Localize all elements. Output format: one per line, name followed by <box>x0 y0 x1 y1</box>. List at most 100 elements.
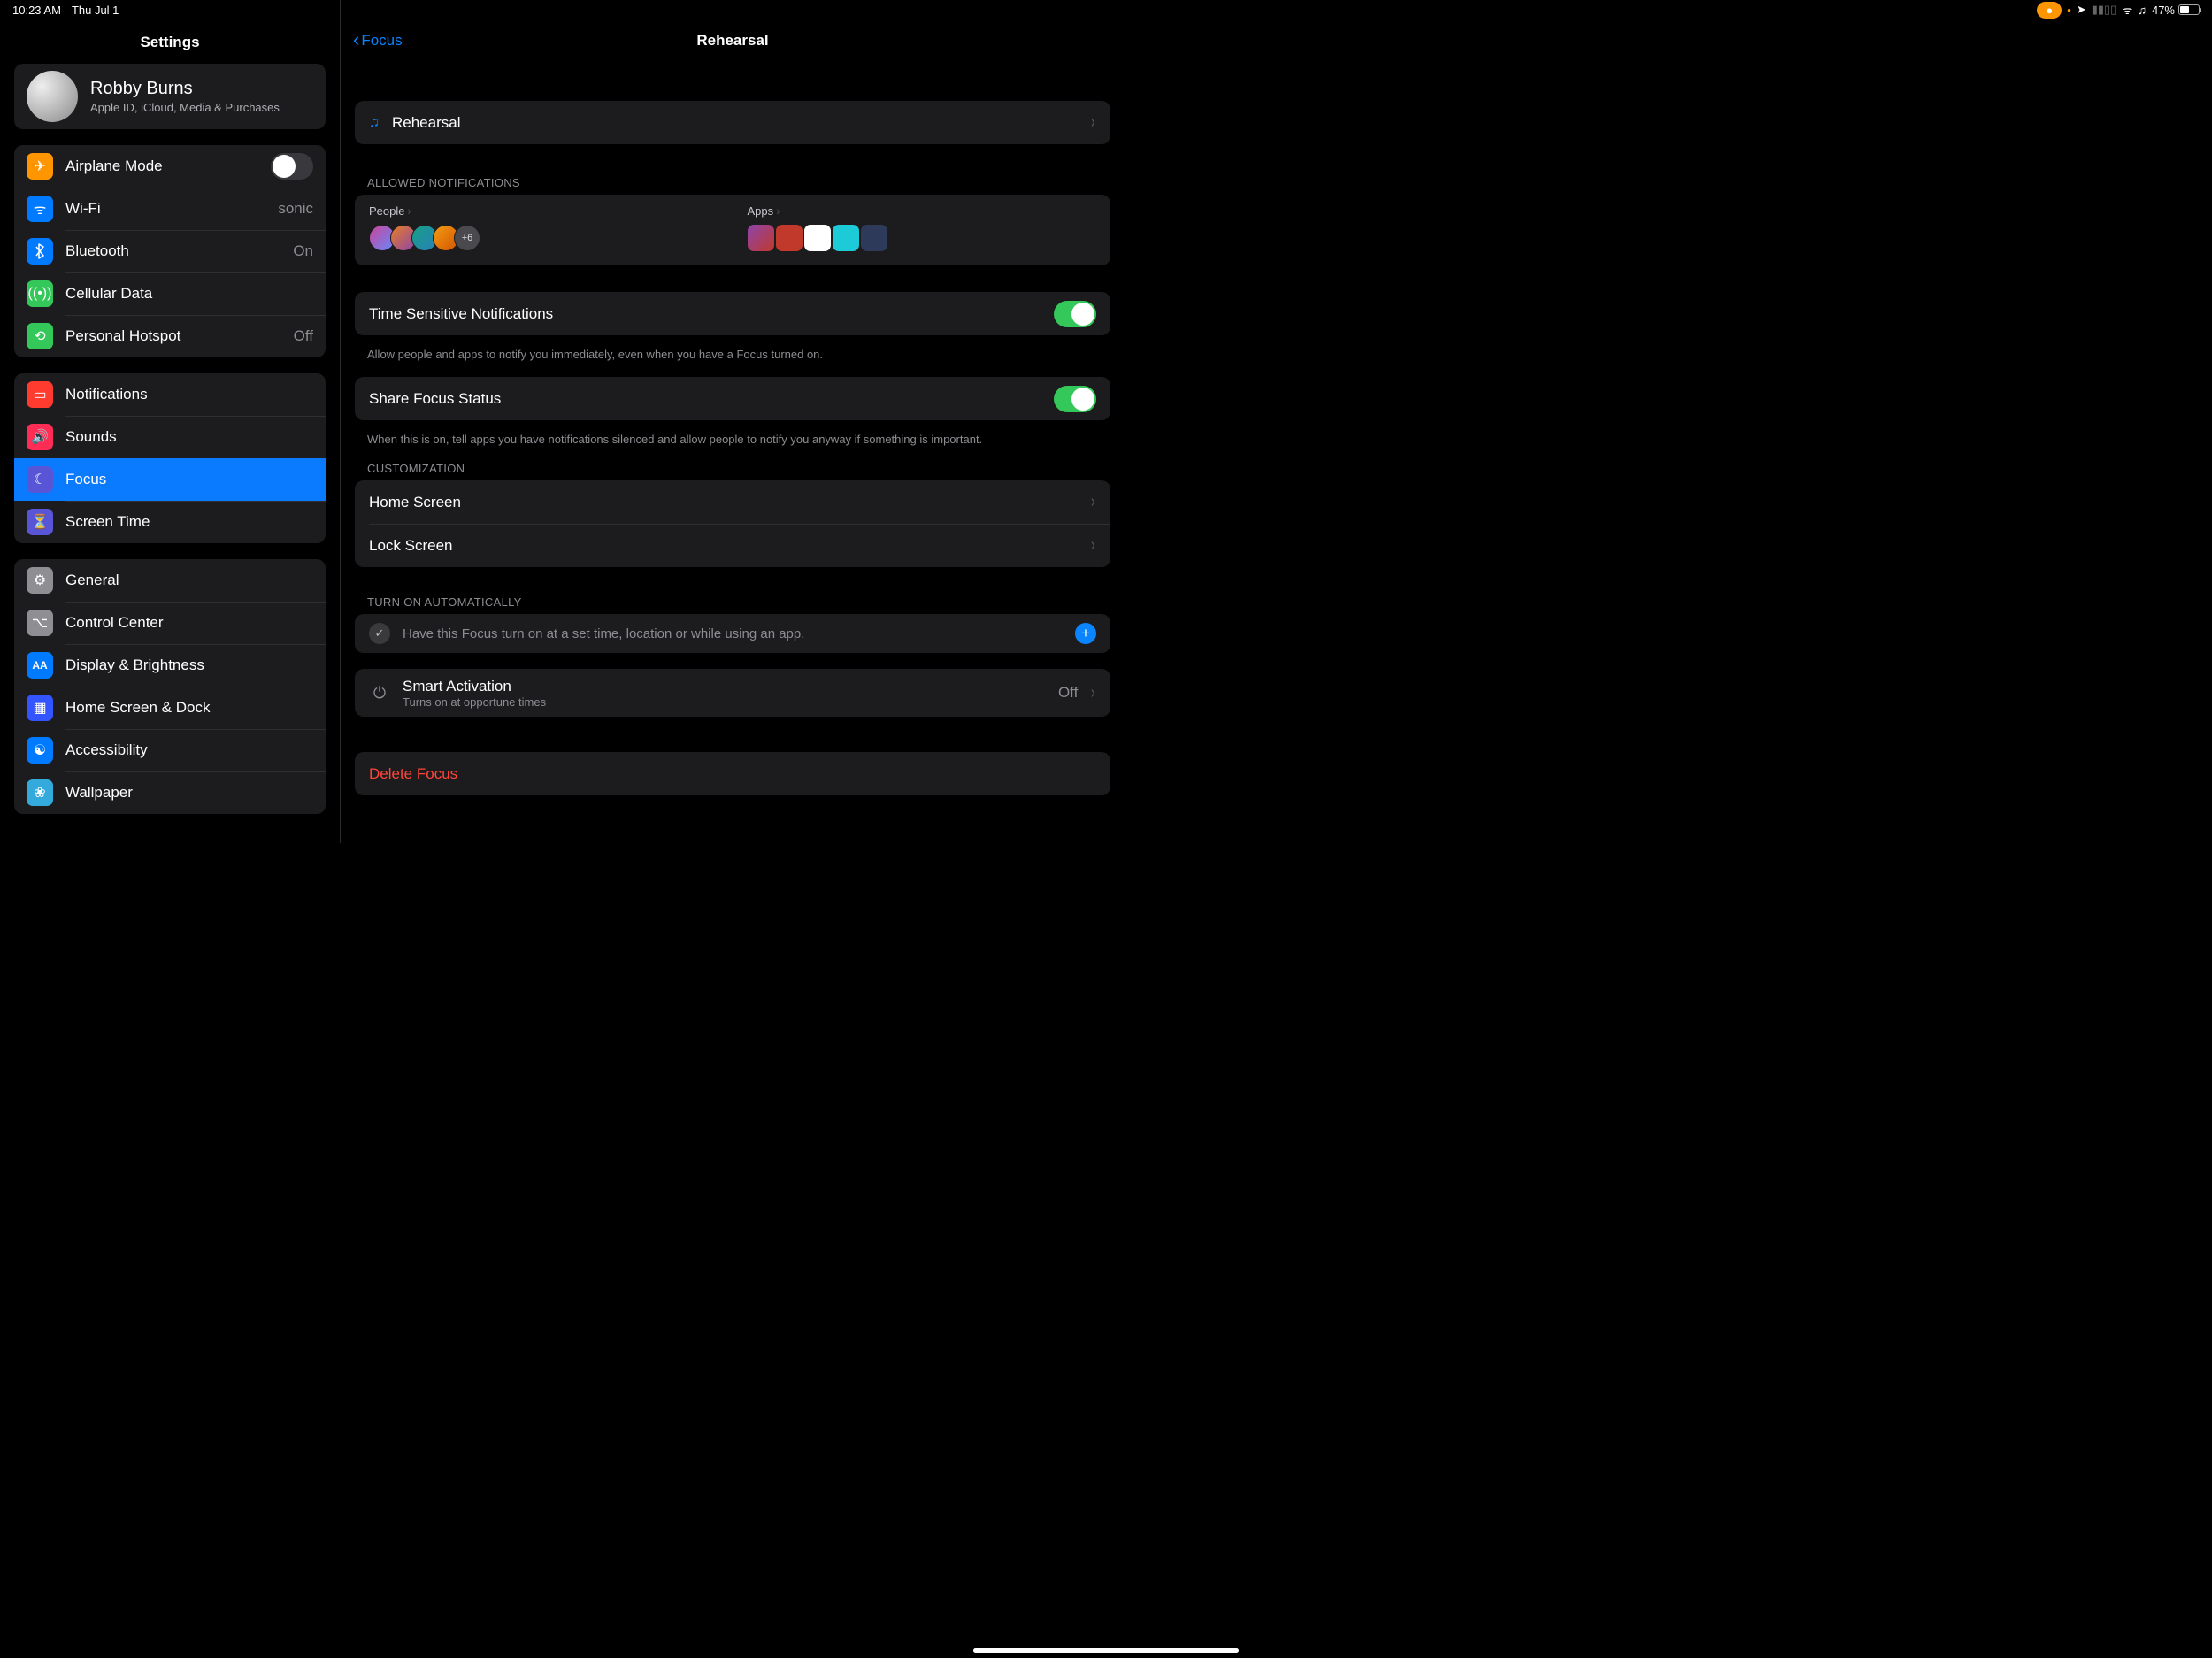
tsn-label: Time Sensitive Notifications <box>369 305 1041 323</box>
share-toggle[interactable] <box>1054 386 1096 412</box>
people-more-count: +6 <box>454 225 480 251</box>
sidebar-item-airplane[interactable]: ✈︎ Airplane Mode <box>14 145 326 188</box>
apple-id-group: Robby Burns Apple ID, iCloud, Media & Pu… <box>14 64 326 129</box>
status-time: 10:23 AM <box>12 4 61 17</box>
delete-group: Delete Focus <box>355 752 1110 795</box>
settings-sidebar: Settings Robby Burns Apple ID, iCloud, M… <box>0 0 341 843</box>
delete-focus-button[interactable]: Delete Focus <box>355 752 1110 795</box>
accessibility-icon: ☯ <box>27 737 53 764</box>
sidebar-item-general[interactable]: ⚙︎ General <box>14 559 326 602</box>
location-icon: ➤ <box>2077 3 2086 17</box>
auto-schedule-group: ✓ Have this Focus turn on at a set time,… <box>355 614 1110 653</box>
customization-header: CUSTOMIZATION <box>353 457 1112 480</box>
wifi-value: sonic <box>278 200 313 218</box>
focus-name-row[interactable]: ♫ Rehearsal › <box>355 101 1110 144</box>
apple-id-row[interactable]: Robby Burns Apple ID, iCloud, Media & Pu… <box>14 64 326 129</box>
controlcenter-icon: ⌥ <box>27 610 53 636</box>
battery-percent: 47% <box>2152 4 2175 17</box>
user-name: Robby Burns <box>90 79 280 99</box>
delete-label: Delete Focus <box>369 765 1096 783</box>
share-focus-row: Share Focus Status <box>355 377 1110 420</box>
sidebar-item-label: General <box>65 572 313 589</box>
detail-title: Rehearsal <box>696 32 768 50</box>
display-icon: AA <box>27 652 53 679</box>
lock-screen-label: Lock Screen <box>369 537 1078 555</box>
detail-header: ‹ Focus Rehearsal <box>353 25 1112 57</box>
sidebar-item-label: Wallpaper <box>65 784 313 802</box>
home-screen-label: Home Screen <box>369 494 1078 511</box>
app-icon <box>861 225 887 251</box>
sounds-icon: 🔊 <box>27 424 53 450</box>
connectivity-group: ✈︎ Airplane Mode ᯤ Wi-Fi sonic Bluetooth… <box>14 145 326 357</box>
auto-text: Have this Focus turn on at a set time, l… <box>403 626 1063 641</box>
tsn-toggle[interactable] <box>1054 301 1096 327</box>
smart-sub: Turns on at opportune times <box>403 695 1046 709</box>
apps-label: Apps <box>748 204 774 218</box>
sidebar-item-label: Accessibility <box>65 741 313 759</box>
lock-screen-row[interactable]: Lock Screen › <box>355 524 1110 567</box>
screentime-icon: ⏳ <box>27 509 53 535</box>
chevron-right-icon: › <box>1091 492 1095 512</box>
wallpaper-icon: ❀ <box>27 779 53 806</box>
sidebar-item-notifications[interactable]: ▭ Notifications <box>14 373 326 416</box>
sidebar-item-label: Bluetooth <box>65 242 280 260</box>
power-icon: ⏻ <box>369 682 390 703</box>
sidebar-item-sounds[interactable]: 🔊 Sounds <box>14 416 326 458</box>
bluetooth-value: On <box>293 242 313 260</box>
sidebar-item-focus[interactable]: ☾ Focus <box>14 458 326 501</box>
sidebar-item-homedock[interactable]: ▦ Home Screen & Dock <box>14 687 326 729</box>
smart-value: Off <box>1058 684 1078 702</box>
auto-header: TURN ON AUTOMATICALLY <box>353 590 1112 614</box>
back-button[interactable]: ‹ Focus <box>353 31 403 50</box>
customization-group: Home Screen › Lock Screen › <box>355 480 1110 567</box>
hotspot-icon: ⟲ <box>27 323 53 349</box>
tsn-footer: Allow people and apps to notify you imme… <box>353 342 1112 377</box>
chevron-right-icon: › <box>1091 535 1095 556</box>
allowed-group: People› +6 Apps› <box>355 195 1110 265</box>
sidebar-item-hotspot[interactable]: ⟲ Personal Hotspot Off <box>14 315 326 357</box>
sidebar-item-cellular[interactable]: ((•)) Cellular Data <box>14 272 326 315</box>
chevron-right-icon: › <box>777 203 780 218</box>
smart-activation-row[interactable]: ⏻ Smart Activation Turns on at opportune… <box>355 669 1110 717</box>
sidebar-item-label: Display & Brightness <box>65 656 313 674</box>
chevron-right-icon: › <box>408 203 411 218</box>
app-icon <box>804 225 831 251</box>
sidebar-item-label: Wi-Fi <box>65 200 265 218</box>
sidebar-item-accessibility[interactable]: ☯ Accessibility <box>14 729 326 771</box>
homedock-icon: ▦ <box>27 695 53 721</box>
app-icon <box>776 225 803 251</box>
sidebar-item-display[interactable]: AA Display & Brightness <box>14 644 326 687</box>
smart-activation-group: ⏻ Smart Activation Turns on at opportune… <box>355 669 1110 717</box>
sidebar-item-label: Cellular Data <box>65 285 313 303</box>
smart-label: Smart Activation <box>403 678 1046 695</box>
sidebar-item-bluetooth[interactable]: Bluetooth On <box>14 230 326 272</box>
sidebar-item-label: Personal Hotspot <box>65 327 281 345</box>
airplane-toggle[interactable] <box>271 153 313 180</box>
focus-icon: ☾ <box>27 466 53 493</box>
home-indicator[interactable] <box>973 1648 1239 1653</box>
sidebar-item-controlcenter[interactable]: ⌥ Control Center <box>14 602 326 644</box>
sidebar-item-label: Home Screen & Dock <box>65 699 313 717</box>
back-label: Focus <box>361 32 402 50</box>
sidebar-item-label: Focus <box>65 471 313 488</box>
airplane-icon: ✈︎ <box>27 153 53 180</box>
status-date: Thu Jul 1 <box>72 4 119 17</box>
people-label: People <box>369 204 404 218</box>
allowed-apps[interactable]: Apps› <box>733 195 1111 265</box>
music-indicator-icon: ♫ <box>2138 4 2147 17</box>
add-schedule-row[interactable]: ✓ Have this Focus turn on at a set time,… <box>355 614 1110 653</box>
plus-icon[interactable]: + <box>1075 623 1096 644</box>
tsn-group: Time Sensitive Notifications <box>355 292 1110 335</box>
app-icon <box>833 225 859 251</box>
sidebar-item-screentime[interactable]: ⏳ Screen Time <box>14 501 326 543</box>
sidebar-item-label: Notifications <box>65 386 313 403</box>
sidebar-title: Settings <box>0 25 340 64</box>
sidebar-item-label: Screen Time <box>65 513 313 531</box>
allowed-people[interactable]: People › +6 <box>355 195 733 265</box>
sidebar-item-wallpaper[interactable]: ❀ Wallpaper <box>14 771 326 814</box>
sidebar-item-wifi[interactable]: ᯤ Wi-Fi sonic <box>14 188 326 230</box>
chevron-left-icon: ‹ <box>353 30 359 50</box>
sidebar-item-label: Control Center <box>65 614 313 632</box>
app-icon <box>748 225 774 251</box>
home-screen-row[interactable]: Home Screen › <box>355 480 1110 524</box>
